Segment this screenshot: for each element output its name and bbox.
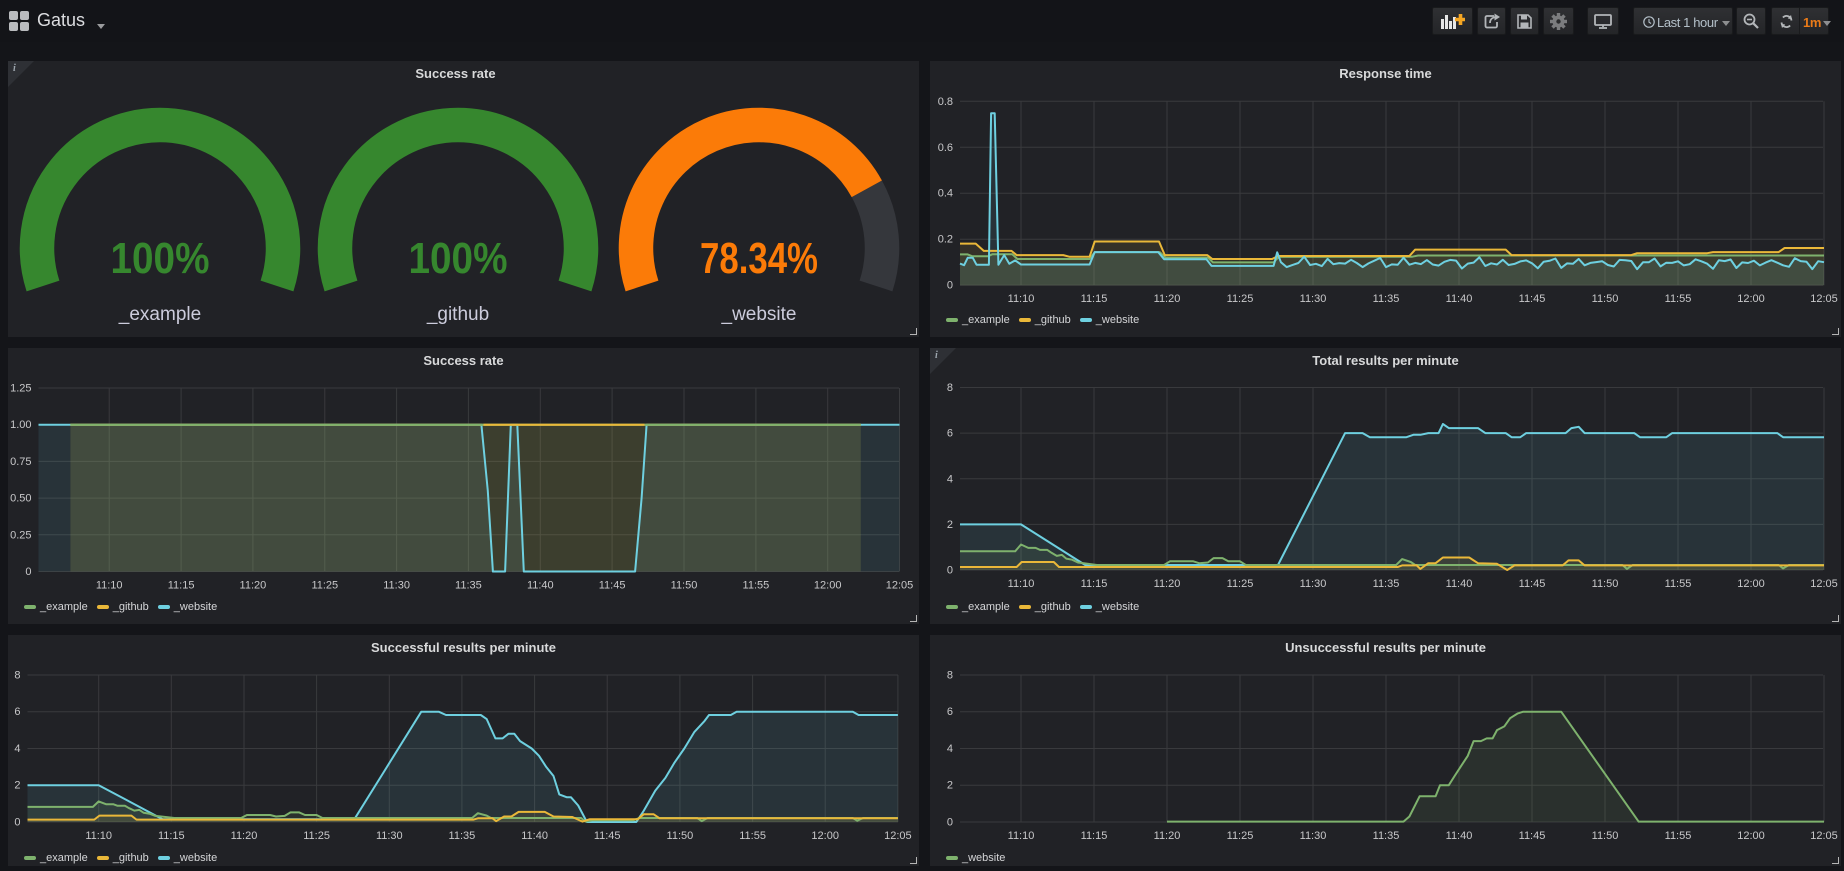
svg-text:11:55: 11:55: [1665, 578, 1692, 590]
svg-text:11:40: 11:40: [1446, 830, 1473, 842]
svg-text:0.25: 0.25: [10, 529, 31, 541]
svg-text:0: 0: [947, 565, 953, 577]
svg-text:11:15: 11:15: [1081, 578, 1108, 590]
svg-text:12:05: 12:05: [1810, 578, 1838, 590]
svg-text:11:10: 11:10: [1008, 293, 1035, 305]
svg-text:11:25: 11:25: [303, 830, 330, 842]
svg-text:11:15: 11:15: [1081, 293, 1108, 305]
svg-text:4: 4: [14, 743, 20, 755]
svg-text:12:00: 12:00: [1737, 578, 1765, 590]
svg-text:11:35: 11:35: [1373, 293, 1400, 305]
svg-text:11:25: 11:25: [311, 580, 338, 592]
svg-text:11:10: 11:10: [1008, 830, 1035, 842]
svg-text:78.34%: 78.34%: [700, 234, 818, 283]
svg-text:12:00: 12:00: [1737, 293, 1765, 305]
svg-text:11:20: 11:20: [1154, 578, 1181, 590]
svg-text:8: 8: [947, 670, 953, 682]
svg-text:11:35: 11:35: [449, 830, 476, 842]
svg-text:11:40: 11:40: [527, 580, 554, 592]
svg-text:11:50: 11:50: [1592, 293, 1619, 305]
svg-text:12:05: 12:05: [884, 830, 912, 842]
svg-text:11:50: 11:50: [671, 580, 698, 592]
svg-text:12:00: 12:00: [1737, 830, 1765, 842]
svg-text:6: 6: [947, 428, 953, 440]
svg-text:12:05: 12:05: [1810, 830, 1838, 842]
svg-text:6: 6: [14, 706, 20, 718]
svg-text:11:50: 11:50: [667, 830, 694, 842]
svg-text:2: 2: [947, 519, 953, 531]
svg-text:11:30: 11:30: [1300, 293, 1327, 305]
svg-text:11:20: 11:20: [231, 830, 258, 842]
svg-text:11:10: 11:10: [1008, 578, 1035, 590]
svg-text:11:55: 11:55: [1665, 293, 1692, 305]
svg-text:11:55: 11:55: [1665, 830, 1692, 842]
svg-text:11:50: 11:50: [1592, 578, 1619, 590]
svg-text:0.6: 0.6: [938, 142, 953, 154]
svg-text:11:25: 11:25: [1227, 578, 1254, 590]
svg-text:0: 0: [947, 817, 953, 829]
svg-text:4: 4: [947, 473, 953, 485]
svg-text:12:05: 12:05: [886, 580, 914, 592]
svg-text:0.8: 0.8: [938, 96, 953, 108]
svg-text:11:20: 11:20: [240, 580, 267, 592]
svg-text:11:25: 11:25: [1227, 830, 1254, 842]
svg-text:11:30: 11:30: [383, 580, 410, 592]
svg-text:11:10: 11:10: [85, 830, 112, 842]
svg-text:0: 0: [947, 280, 953, 292]
svg-text:11:45: 11:45: [1519, 578, 1546, 590]
svg-text:11:10: 11:10: [96, 580, 123, 592]
svg-text:11:45: 11:45: [599, 580, 626, 592]
svg-text:11:15: 11:15: [1081, 830, 1108, 842]
svg-text:11:55: 11:55: [739, 830, 766, 842]
svg-text:0.2: 0.2: [938, 234, 953, 246]
svg-text:11:15: 11:15: [158, 830, 185, 842]
svg-text:11:35: 11:35: [455, 580, 482, 592]
svg-text:11:20: 11:20: [1154, 293, 1181, 305]
svg-text:11:40: 11:40: [1446, 293, 1473, 305]
svg-text:11:45: 11:45: [594, 830, 621, 842]
svg-text:8: 8: [14, 670, 20, 682]
svg-text:11:40: 11:40: [1446, 578, 1473, 590]
svg-text:11:20: 11:20: [1154, 830, 1181, 842]
svg-text:8: 8: [947, 382, 953, 394]
svg-text:11:35: 11:35: [1373, 830, 1400, 842]
svg-text:0.50: 0.50: [10, 493, 31, 505]
svg-text:0.75: 0.75: [10, 456, 31, 468]
svg-text:0: 0: [14, 817, 20, 829]
svg-text:1.00: 1.00: [10, 419, 31, 431]
svg-text:12:00: 12:00: [811, 830, 839, 842]
svg-text:0: 0: [25, 566, 31, 578]
svg-text:11:40: 11:40: [521, 830, 548, 842]
svg-text:11:15: 11:15: [168, 580, 195, 592]
svg-text:_website: _website: [721, 304, 797, 325]
svg-text:11:55: 11:55: [743, 580, 770, 592]
svg-text:1.25: 1.25: [10, 383, 31, 395]
svg-text:11:25: 11:25: [1227, 293, 1254, 305]
svg-text:11:30: 11:30: [1300, 830, 1327, 842]
svg-text:11:50: 11:50: [1592, 830, 1619, 842]
svg-text:2: 2: [947, 780, 953, 792]
svg-text:11:45: 11:45: [1519, 293, 1546, 305]
svg-text:11:30: 11:30: [376, 830, 403, 842]
svg-text:11:35: 11:35: [1373, 578, 1400, 590]
svg-text:11:45: 11:45: [1519, 830, 1546, 842]
svg-text:4: 4: [947, 743, 953, 755]
svg-text:12:00: 12:00: [814, 580, 842, 592]
svg-text:6: 6: [947, 706, 953, 718]
svg-text:0.4: 0.4: [938, 188, 953, 200]
svg-text:11:30: 11:30: [1300, 578, 1327, 590]
svg-text:2: 2: [14, 780, 20, 792]
svg-text:12:05: 12:05: [1810, 293, 1838, 305]
